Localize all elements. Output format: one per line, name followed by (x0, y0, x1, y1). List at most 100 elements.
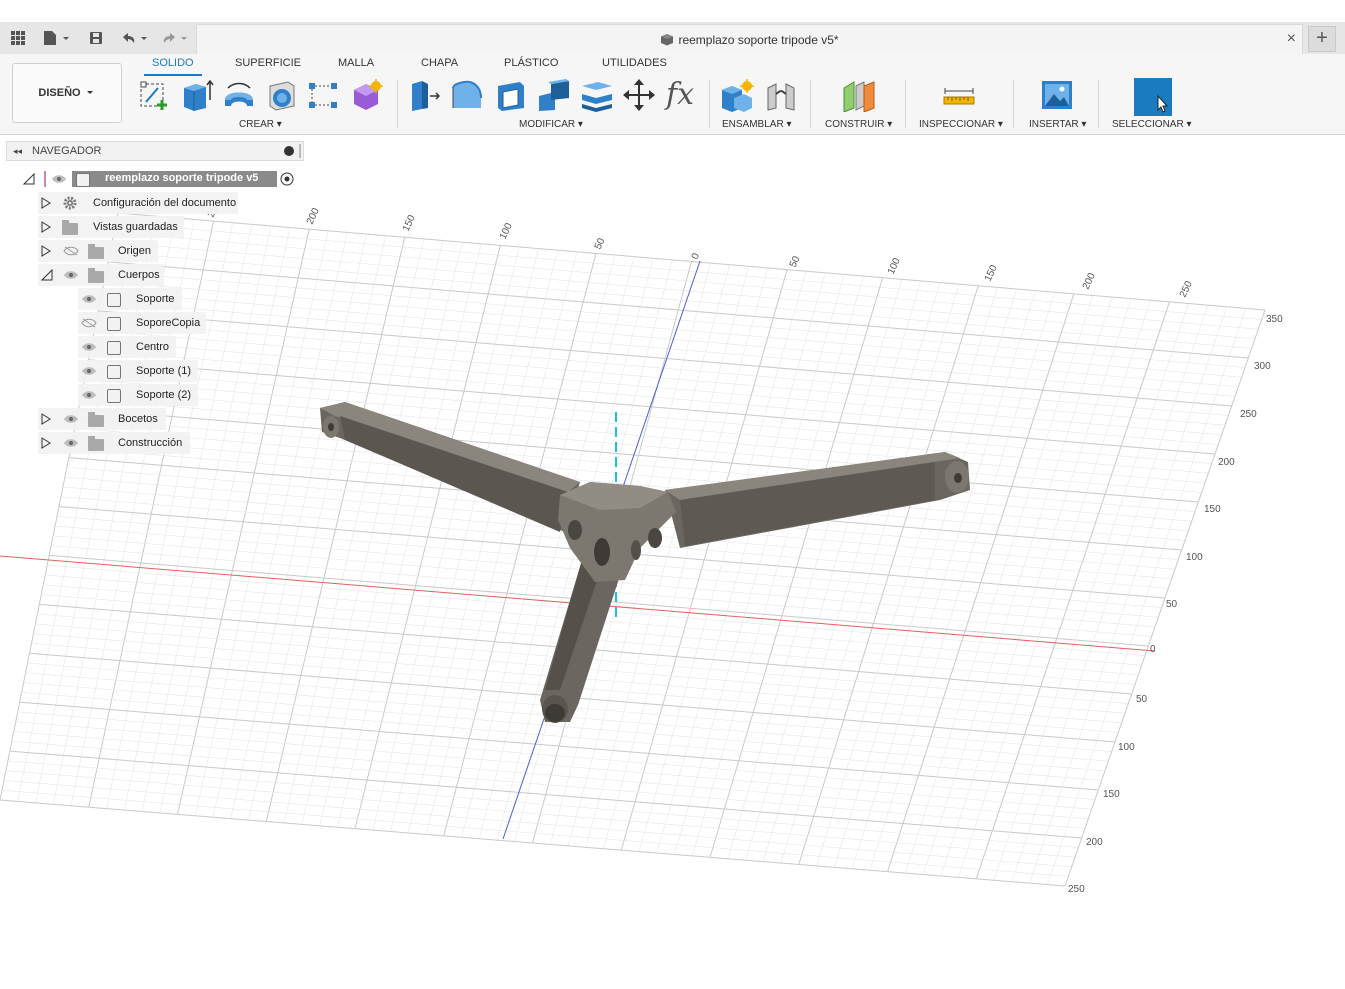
group-construir[interactable]: CONSTRUIR ▾ (825, 119, 892, 130)
expanded-triangle-icon[interactable] (23, 173, 35, 185)
grid-tick-label: 50 (788, 254, 803, 269)
move-icon[interactable] (622, 78, 656, 112)
extrude-icon[interactable] (180, 78, 214, 112)
browser-item-bodies[interactable]: Cuerpos (38, 264, 164, 286)
grid-tick-label: 150 (1204, 504, 1221, 515)
component-icon (76, 173, 90, 187)
collapse-arrow-icon[interactable]: ◂◂ (13, 146, 22, 157)
browser-item-label: SoporeCopia (136, 317, 201, 329)
collapsed-triangle-icon[interactable] (41, 413, 51, 425)
browser-item-body-soporte-1[interactable]: Soporte (1) (78, 360, 198, 382)
grid-line (17, 711, 1096, 800)
document-cube-icon (661, 34, 674, 46)
select-icon[interactable] (1134, 78, 1172, 116)
grid-line (1064, 309, 1266, 887)
visibility-eye-icon[interactable] (63, 414, 79, 424)
offset-plane-icon[interactable] (842, 78, 876, 113)
hidden-eye-icon[interactable] (81, 318, 97, 328)
measure-icon[interactable] (942, 78, 976, 112)
tab-chapa[interactable]: CHAPA (421, 57, 458, 69)
collapsed-triangle-icon[interactable] (41, 197, 51, 209)
shell-icon[interactable] (494, 78, 528, 112)
browser-item-document-settings[interactable]: Configuración del documento (38, 192, 238, 214)
collapsed-triangle-icon[interactable] (41, 221, 51, 233)
hidden-eye-icon[interactable] (63, 246, 79, 256)
create-form-icon[interactable] (350, 78, 384, 112)
tab-malla[interactable]: MALLA (338, 57, 374, 69)
close-tab-button[interactable]: × (1287, 30, 1296, 48)
sweep-icon[interactable] (264, 78, 298, 112)
group-crear[interactable]: CREAR ▾ (239, 119, 282, 130)
grid-tick-label: 250 (1178, 279, 1195, 299)
visibility-eye-icon[interactable] (63, 270, 79, 280)
press-pull-icon[interactable] (406, 78, 441, 112)
grid-line (958, 300, 1151, 878)
parameters-fx-icon[interactable]: fx (666, 78, 700, 112)
visibility-eye-icon[interactable] (81, 366, 97, 376)
group-seleccionar[interactable]: SELECCIONAR ▾ (1112, 119, 1192, 130)
undo-icon[interactable] (118, 28, 150, 48)
joint-icon[interactable] (764, 78, 798, 112)
visibility-eye-icon[interactable] (63, 438, 79, 448)
save-icon[interactable] (86, 28, 106, 48)
browser-item-body-soporte-2[interactable]: Soporte (2) (78, 384, 198, 406)
group-insertar[interactable]: INSERTAR ▾ (1029, 119, 1086, 130)
create-sketch-icon[interactable] (138, 78, 172, 112)
activate-radio-icon[interactable] (280, 172, 294, 186)
body-icon (107, 365, 121, 379)
grid-line (0, 799, 1066, 887)
browser-root-row[interactable]: reemplazo soporte tripode v5 (20, 168, 300, 190)
grid-line (13, 731, 1089, 820)
collapsed-triangle-icon[interactable] (41, 245, 51, 257)
group-modificar[interactable]: MODIFICAR ▾ (519, 119, 583, 130)
visibility-eye-icon[interactable] (51, 174, 67, 184)
redo-icon[interactable] (158, 28, 190, 48)
collapsed-triangle-icon[interactable] (41, 437, 51, 449)
navigator-header[interactable]: ◂◂ NAVEGADOR (6, 141, 304, 161)
group-ensamblar[interactable]: ENSAMBLAR ▾ (722, 119, 792, 130)
expanded-triangle-icon[interactable] (41, 269, 53, 281)
group-inspeccionar[interactable]: INSPECCIONAR ▾ (919, 119, 1003, 130)
browser-item-label: Bocetos (118, 413, 158, 425)
workspace-switcher[interactable]: DISEÑO (12, 63, 122, 123)
browser-item-body-centro[interactable]: Centro (78, 336, 176, 358)
visibility-eye-icon[interactable] (81, 390, 97, 400)
tab-solido[interactable]: SOLIDO (152, 57, 194, 69)
pin-icon[interactable] (284, 146, 294, 156)
browser-item-label: Origen (118, 245, 152, 257)
loft-icon[interactable] (306, 78, 340, 112)
navigator-title: NAVEGADOR (32, 145, 102, 157)
tab-utilidades[interactable]: UTILIDADES (602, 57, 667, 69)
grid-tick-label: 150 (1103, 789, 1120, 800)
fillet-icon[interactable] (450, 78, 484, 112)
revolve-icon[interactable] (222, 78, 256, 112)
3d-viewport[interactable]: 2520015010050050100150200250350300250200… (0, 135, 1345, 989)
browser-item-body-soporte[interactable]: Soporte (78, 288, 182, 310)
tab-superficie[interactable]: SUPERFICIE (235, 57, 301, 69)
browser-item-body-soporecopia[interactable]: SoporeCopia (78, 312, 206, 334)
insert-image-icon[interactable] (1040, 78, 1074, 112)
browser-item-construction[interactable]: Construcción (38, 432, 190, 454)
new-tab-button[interactable]: + (1308, 26, 1336, 52)
browser-item-origin[interactable]: Origen (38, 240, 158, 262)
grid-icon[interactable] (8, 28, 28, 48)
grid-tick-label: 250 (1068, 884, 1085, 895)
toolbar-separator (810, 80, 811, 128)
browser-item-label: Construcción (118, 437, 183, 449)
document-tab[interactable]: reemplazo soporte tripode v5* × (196, 24, 1303, 54)
resize-handle[interactable] (299, 144, 301, 158)
toolbar-separator (397, 80, 398, 128)
grid-tick-label: 350 (1266, 314, 1283, 325)
browser-item-saved-views[interactable]: Vistas guardadas (38, 216, 184, 238)
visibility-eye-icon[interactable] (81, 294, 97, 304)
offset-face-icon[interactable] (580, 78, 614, 112)
browser-item-sketches[interactable]: Bocetos (38, 408, 166, 430)
toolbar-separator (1098, 80, 1099, 128)
tab-plastico[interactable]: PLÁSTICO (504, 57, 558, 69)
browser-item-label: Centro (136, 341, 170, 353)
visibility-eye-icon[interactable] (81, 342, 97, 352)
new-component-icon[interactable] (720, 78, 754, 112)
browser-item-label: Soporte (136, 293, 175, 305)
combine-icon[interactable] (537, 78, 571, 112)
file-icon[interactable] (40, 28, 72, 48)
